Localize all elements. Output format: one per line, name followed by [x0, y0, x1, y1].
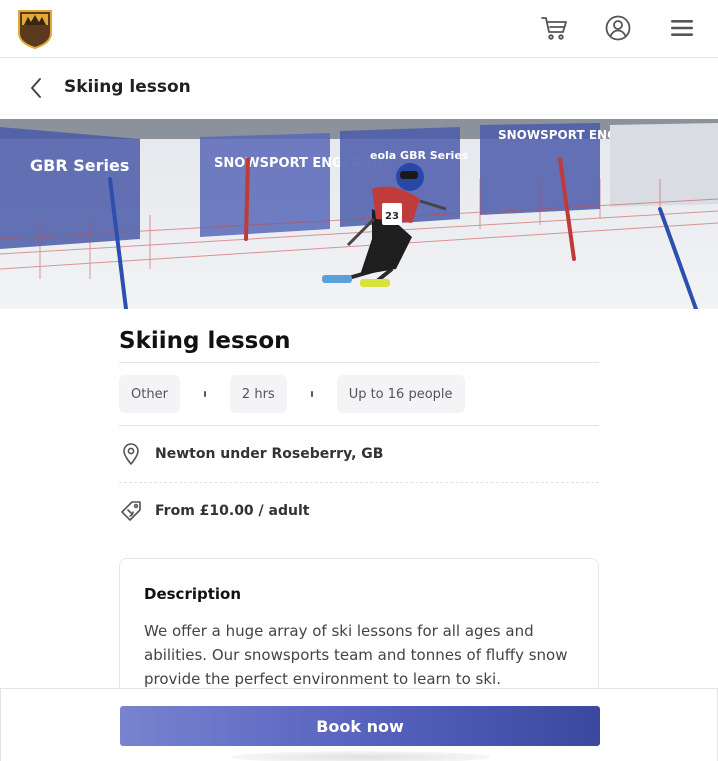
banner-text-gbr: GBR Series — [30, 156, 129, 175]
separator-dot — [203, 391, 206, 397]
subheader-title: Skiing lesson — [64, 77, 191, 97]
activity-hero-image: GBR Series SNOWSPORT ENGLAND eola GBR Se… — [0, 119, 718, 309]
map-pin-icon — [119, 442, 143, 466]
category-chip: Other — [119, 375, 180, 413]
book-now-button[interactable]: Book now — [120, 706, 600, 746]
price-tag-icon — [119, 499, 143, 523]
user-circle-icon[interactable] — [602, 12, 634, 44]
hamburger-menu-icon[interactable] — [666, 12, 698, 44]
chevron-left-icon[interactable] — [24, 76, 48, 100]
activity-details: Skiing lesson Other 2 hrs Up to 16 peopl… — [119, 309, 599, 539]
booking-bar: Book now — [0, 688, 718, 761]
skier-bib-number: 23 — [385, 211, 399, 222]
location-text: Newton under Roseberry, GB — [155, 446, 384, 462]
page-subheader: Skiing lesson — [0, 58, 718, 119]
price-row: From £10.00 / adult — [119, 483, 599, 539]
location-row: Newton under Roseberry, GB — [119, 426, 599, 482]
duration-chip: 2 hrs — [229, 375, 287, 413]
activity-attributes: Other 2 hrs Up to 16 people — [119, 363, 599, 425]
banner-text-eola: eola GBR Series — [370, 149, 469, 162]
separator-dot — [310, 391, 313, 397]
price-text: From £10.00 / adult — [155, 503, 310, 519]
top-navigation-bar — [0, 0, 718, 58]
button-shadow — [231, 751, 491, 761]
description-heading: Description — [144, 585, 242, 603]
cart-icon[interactable] — [538, 12, 570, 44]
description-text: We offer a huge array of ski lessons for… — [144, 622, 568, 688]
trail-logo[interactable] — [15, 7, 55, 50]
capacity-chip: Up to 16 people — [336, 375, 465, 413]
activity-title: Skiing lesson — [119, 328, 291, 354]
